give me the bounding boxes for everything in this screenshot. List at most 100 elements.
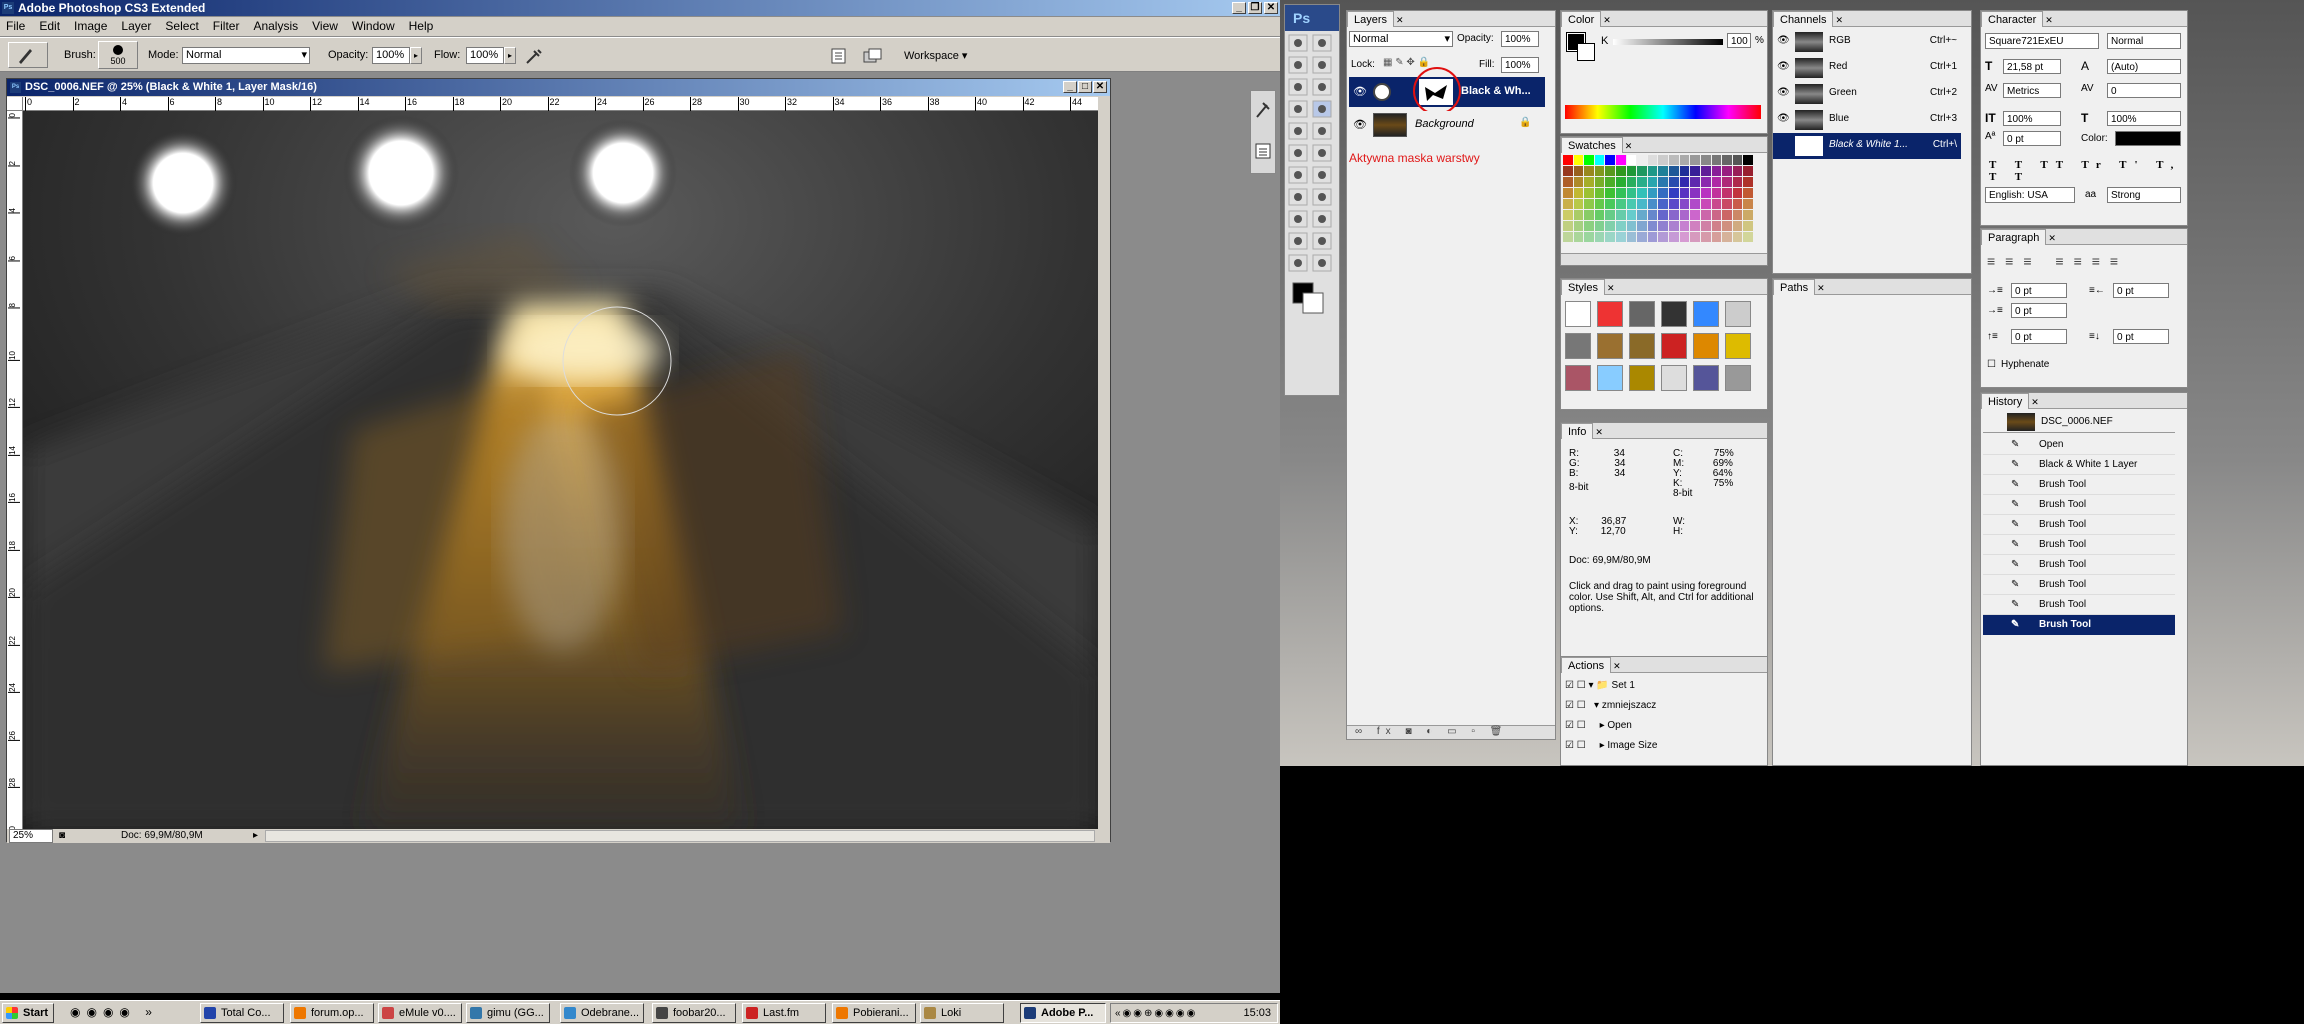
- layer-opacity-field[interactable]: 100%: [1501, 31, 1539, 47]
- blend-mode-select[interactable]: Normal ▾: [1349, 31, 1453, 47]
- style-swatch[interactable]: [1661, 365, 1687, 391]
- style-swatch[interactable]: [1725, 365, 1751, 391]
- swatch[interactable]: [1743, 177, 1753, 187]
- swatch[interactable]: [1690, 199, 1700, 209]
- swatch[interactable]: [1637, 221, 1647, 231]
- swatch[interactable]: [1637, 166, 1647, 176]
- swatch[interactable]: [1573, 188, 1584, 198]
- swatch[interactable]: [1690, 210, 1700, 220]
- swatch[interactable]: [1605, 199, 1616, 209]
- swatch[interactable]: [1711, 232, 1722, 242]
- tab-layers[interactable]: Layers: [1347, 11, 1395, 27]
- close-icon[interactable]: ✕: [2031, 397, 2039, 407]
- style-swatch[interactable]: [1565, 333, 1591, 359]
- taskbar-item[interactable]: Loki: [920, 1003, 1004, 1023]
- style-swatch[interactable]: [1597, 301, 1623, 327]
- menu-edit[interactable]: Edit: [39, 19, 60, 33]
- background-color-icon[interactable]: [1302, 292, 1324, 314]
- swatch[interactable]: [1658, 232, 1669, 242]
- documents-icon[interactable]: [862, 47, 884, 65]
- swatch[interactable]: [1732, 199, 1743, 209]
- layer-row-background[interactable]: 👁 Background 🔒: [1349, 111, 1545, 139]
- vertical-scale-field[interactable]: 100%: [2003, 111, 2061, 126]
- swatch[interactable]: [1669, 199, 1679, 209]
- tab-styles[interactable]: Styles: [1561, 279, 1605, 295]
- swatch[interactable]: [1732, 155, 1743, 165]
- swatch[interactable]: [1732, 232, 1743, 242]
- swatch[interactable]: [1626, 221, 1637, 231]
- swatch[interactable]: [1584, 232, 1594, 242]
- swatch[interactable]: [1605, 188, 1616, 198]
- swatch[interactable]: [1722, 232, 1732, 242]
- swatch[interactable]: [1669, 177, 1679, 187]
- k-slider[interactable]: [1613, 39, 1723, 45]
- status-menu-icon[interactable]: ◙: [59, 829, 65, 843]
- menu-file[interactable]: File: [6, 19, 25, 33]
- menu-analysis[interactable]: Analysis: [253, 19, 298, 33]
- swatch[interactable]: [1743, 188, 1753, 198]
- lock-icons[interactable]: ▦ ✎ ✥ 🔒: [1383, 57, 1430, 68]
- channel-row[interactable]: 👁 RGB Ctrl+~: [1773, 29, 1961, 55]
- swatch-grid[interactable]: [1563, 155, 1753, 251]
- close-icon[interactable]: ✕: [2045, 15, 2053, 25]
- status-arrow-icon[interactable]: ▸: [253, 829, 258, 843]
- swatch[interactable]: [1573, 232, 1584, 242]
- style-swatch[interactable]: [1629, 365, 1655, 391]
- history-item[interactable]: ✎ Brush Tool: [1983, 615, 2175, 635]
- indent-first-field[interactable]: 0 pt: [2011, 303, 2067, 318]
- swatch[interactable]: [1584, 188, 1594, 198]
- swatch[interactable]: [1700, 188, 1711, 198]
- swatch[interactable]: [1658, 221, 1669, 231]
- history-item[interactable]: ✎ Brush Tool: [1983, 475, 2175, 495]
- swatch[interactable]: [1584, 221, 1594, 231]
- swatch[interactable]: [1626, 199, 1637, 209]
- eye-icon[interactable]: 👁: [1777, 113, 1790, 124]
- swatch[interactable]: [1594, 210, 1605, 220]
- taskbar-item[interactable]: Odebrane...: [560, 1003, 644, 1023]
- style-swatch[interactable]: [1693, 365, 1719, 391]
- swatch[interactable]: [1584, 166, 1594, 176]
- swatch[interactable]: [1743, 232, 1753, 242]
- swatch[interactable]: [1658, 166, 1669, 176]
- minimize-button[interactable]: _: [1232, 2, 1246, 14]
- channel-row[interactable]: 👁 Green Ctrl+2: [1773, 81, 1961, 107]
- swatch[interactable]: [1690, 177, 1700, 187]
- swatch[interactable]: [1722, 188, 1732, 198]
- swatch[interactable]: [1700, 177, 1711, 187]
- swatch[interactable]: [1658, 155, 1669, 165]
- menu-select[interactable]: Select: [165, 19, 198, 33]
- swatch[interactable]: [1679, 155, 1690, 165]
- brush-picker[interactable]: 500: [98, 41, 138, 69]
- close-icon[interactable]: ✕: [1396, 15, 1404, 25]
- doc-maximize-button[interactable]: □: [1078, 81, 1092, 93]
- action-row[interactable]: ☑ ☐ ▸ Open: [1565, 717, 1745, 735]
- history-snapshot[interactable]: DSC_0006.NEF: [1983, 411, 2175, 433]
- action-row[interactable]: ☑ ☐ ▾ zmniejszacz: [1565, 697, 1745, 715]
- horizontal-scrollbar[interactable]: [265, 830, 1095, 842]
- swatch[interactable]: [1711, 155, 1722, 165]
- taskbar-item[interactable]: gimu (GG...: [466, 1003, 550, 1023]
- text-style-buttons[interactable]: T T TT Tr T' T, T T: [1989, 159, 2187, 183]
- horizontal-scale-field[interactable]: 100%: [2107, 111, 2181, 126]
- swatch[interactable]: [1594, 155, 1605, 165]
- close-icon[interactable]: ✕: [1613, 661, 1621, 671]
- swatch[interactable]: [1711, 177, 1722, 187]
- swatch[interactable]: [1647, 166, 1658, 176]
- swatch[interactable]: [1563, 199, 1573, 209]
- swatch[interactable]: [1626, 177, 1637, 187]
- swatch[interactable]: [1573, 199, 1584, 209]
- swatch[interactable]: [1743, 155, 1753, 165]
- restore-button[interactable]: ❐: [1248, 2, 1262, 14]
- tab-history[interactable]: History: [1981, 393, 2030, 409]
- close-icon[interactable]: ✕: [1835, 15, 1843, 25]
- swatch[interactable]: [1584, 155, 1594, 165]
- image-canvas[interactable]: [23, 111, 1098, 829]
- swatch[interactable]: [1690, 221, 1700, 231]
- swatch[interactable]: [1743, 166, 1753, 176]
- swatch[interactable]: [1605, 166, 1616, 176]
- history-item[interactable]: ✎ Brush Tool: [1983, 495, 2175, 515]
- k-value-field[interactable]: 100: [1727, 33, 1751, 48]
- swatch[interactable]: [1594, 221, 1605, 231]
- swatch[interactable]: [1669, 221, 1679, 231]
- workspace-button[interactable]: Workspace ▾: [904, 49, 967, 62]
